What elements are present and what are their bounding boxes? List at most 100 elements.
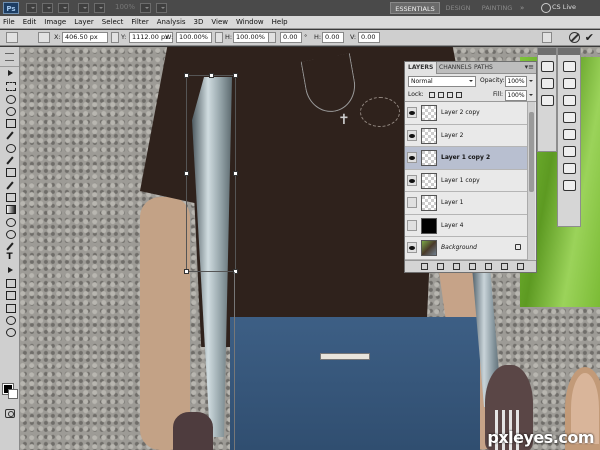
free-transform-box[interactable]	[184, 73, 238, 274]
layers-panel-icon[interactable]	[540, 61, 554, 72]
brushes-panel-icon[interactable]	[562, 146, 576, 157]
transform-handle-top-left[interactable]	[184, 73, 189, 78]
cancel-transform-icon[interactable]	[569, 32, 580, 43]
adjustments-panel-icon[interactable]	[562, 95, 576, 106]
link-aspect-icon[interactable]	[215, 32, 223, 43]
clone-source-panel-icon[interactable]	[562, 163, 576, 174]
spot-healing-tool-icon[interactable]	[2, 142, 18, 154]
link-layers-icon[interactable]	[421, 263, 428, 270]
panel-menu-icon[interactable]: ▾≡	[525, 63, 534, 71]
screen-mode-icon[interactable]	[156, 3, 167, 13]
layer-row[interactable]: Background	[405, 237, 529, 260]
cs-live-button[interactable]: CS Live	[552, 3, 576, 11]
workspace-design[interactable]: DESIGN	[443, 2, 473, 14]
new-layer-icon[interactable]	[501, 263, 508, 270]
opacity-slider-arrow-icon[interactable]	[529, 80, 533, 84]
path-selection-tool-icon[interactable]	[2, 265, 18, 276]
layer-row[interactable]: Layer 2 copy	[405, 102, 529, 125]
width-scale-field[interactable]: 100.00%	[176, 32, 212, 43]
bridge-icon[interactable]	[26, 3, 37, 13]
layer-row[interactable]: Layer 4	[405, 214, 529, 237]
layer-row[interactable]: Layer 1 copy 2	[405, 147, 529, 170]
arrange-documents-icon[interactable]	[140, 3, 151, 13]
visibility-eye-icon[interactable]	[407, 242, 417, 253]
3d-orbit-tool-icon[interactable]	[2, 302, 18, 313]
lock-position-icon[interactable]	[447, 92, 453, 98]
rotate-angle-field[interactable]: 0.00	[280, 32, 302, 43]
paths-panel-icon[interactable]	[540, 95, 554, 106]
visibility-eye-icon[interactable]	[407, 107, 417, 118]
layer-style-icon[interactable]	[437, 263, 444, 270]
menu-filter[interactable]: Filter	[127, 16, 152, 29]
new-group-icon[interactable]	[485, 263, 492, 270]
transform-handle-top[interactable]	[209, 73, 214, 78]
menu-help[interactable]: Help	[268, 16, 292, 29]
zoom-readout[interactable]: 100%	[115, 3, 135, 11]
delete-layer-icon[interactable]	[517, 263, 524, 270]
hand-tool-icon[interactable]	[2, 314, 18, 326]
pen-tool-icon[interactable]	[2, 240, 18, 251]
fill-field[interactable]: 100%	[505, 90, 527, 101]
blend-mode-select[interactable]: Normal	[408, 76, 476, 87]
visibility-eye-icon[interactable]	[407, 197, 417, 208]
workspace-painting[interactable]: PAINTING	[478, 2, 516, 14]
x-position-field[interactable]: 406.50 px	[62, 32, 108, 43]
channels-panel-icon[interactable]	[540, 78, 554, 89]
visibility-eye-icon[interactable]	[407, 152, 417, 163]
view-extras-icon[interactable]	[58, 3, 69, 13]
tool-presets-panel-icon[interactable]	[562, 180, 576, 191]
zoom-level-icon[interactable]	[78, 3, 89, 13]
workspace-essentials[interactable]: ESSENTIALS	[390, 2, 440, 14]
info-panel-icon[interactable]	[562, 78, 576, 89]
menu-analysis[interactable]: Analysis	[153, 16, 190, 29]
eyedropper-tool-icon[interactable]	[2, 129, 18, 140]
zoom-tool-icon[interactable]	[2, 326, 18, 338]
opacity-field[interactable]: 100%	[505, 76, 527, 87]
background-color-swatch[interactable]	[8, 389, 18, 399]
height-scale-field[interactable]: 100.00%	[233, 32, 269, 43]
menu-select[interactable]: Select	[98, 16, 128, 29]
crop-tool-icon[interactable]	[2, 117, 18, 129]
menu-window[interactable]: Window	[232, 16, 268, 29]
histogram-panel-icon[interactable]	[562, 61, 576, 72]
tab-layers[interactable]: LAYERS	[405, 62, 438, 74]
tools-panel-grip[interactable]	[0, 47, 19, 67]
lock-image-icon[interactable]	[438, 92, 444, 98]
fill-slider-arrow-icon[interactable]	[529, 94, 533, 98]
rectangle-tool-icon[interactable]	[2, 277, 18, 289]
transform-handle-left[interactable]	[184, 171, 189, 176]
add-mask-icon[interactable]	[453, 263, 460, 270]
transform-handle-top-right[interactable]	[233, 73, 238, 78]
layer-row[interactable]: Layer 1 copy	[405, 169, 529, 192]
quick-mask-icon[interactable]	[5, 409, 15, 418]
warp-mode-icon[interactable]	[542, 32, 552, 43]
masks-panel-icon[interactable]	[562, 112, 576, 123]
visibility-eye-icon[interactable]	[407, 174, 417, 186]
tab-channels[interactable]: CHANNELS	[436, 62, 475, 74]
relative-position-icon[interactable]	[111, 32, 119, 43]
tab-paths[interactable]: PATHS	[471, 62, 496, 74]
layer-list-scrollbar[interactable]	[527, 102, 535, 261]
scrollbar-thumb[interactable]	[529, 112, 534, 192]
gradient-tool-icon[interactable]	[2, 203, 18, 215]
lasso-tool-icon[interactable]	[2, 93, 18, 104]
dock-grip[interactable]	[538, 48, 556, 55]
menu-edit[interactable]: Edit	[19, 16, 41, 29]
hand-icon[interactable]	[94, 3, 105, 13]
transform-handle-right[interactable]	[233, 171, 238, 176]
menu-3d[interactable]: 3D	[190, 16, 208, 29]
quick-selection-tool-icon[interactable]	[2, 105, 18, 117]
layer-row[interactable]: Layer 2	[405, 124, 529, 147]
menu-image[interactable]: Image	[40, 16, 70, 29]
styles-panel-icon[interactable]	[562, 129, 576, 140]
lock-all-icon[interactable]	[456, 92, 462, 98]
type-tool-icon[interactable]	[2, 252, 18, 263]
dock-grip[interactable]	[558, 48, 580, 55]
brush-tool-icon[interactable]	[2, 154, 18, 165]
commit-transform-icon[interactable]: ✔	[585, 31, 594, 44]
menu-file[interactable]: File	[0, 16, 19, 29]
visibility-eye-icon[interactable]	[407, 129, 417, 141]
dodge-tool-icon[interactable]	[2, 228, 18, 240]
marquee-tool-icon[interactable]	[2, 80, 18, 92]
tool-preset-icon[interactable]	[6, 32, 18, 43]
